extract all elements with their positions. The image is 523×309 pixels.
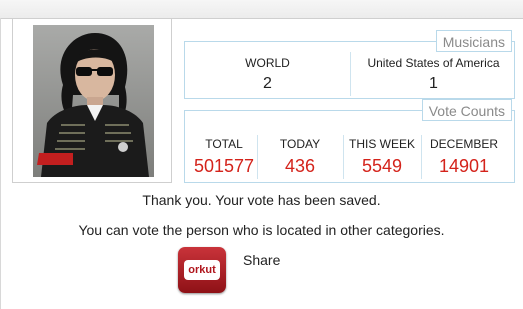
december-column: DECEMBER 14901 [421,137,507,177]
world-column: WORLD 2 [185,56,350,93]
vote-counts-panel: Vote Counts TOTAL 501577 TODAY 436 THIS … [184,99,515,183]
musicians-panel: Musicians WORLD 2 United States of Ameri… [184,30,516,99]
country-label: United States of America [367,56,500,70]
vote-counts-title: Vote Counts [421,99,512,121]
total-label: TOTAL [205,137,243,151]
musicians-title: Musicians [435,30,512,52]
today-column: TODAY 436 [257,137,343,177]
orkut-icon: orkut [184,260,220,280]
total-column: TOTAL 501577 [185,137,263,177]
total-count: 501577 [193,156,255,176]
share-label[interactable]: Share [243,252,280,268]
photo-frame [12,18,172,183]
this-week-column: THIS WEEK 5549 [343,137,421,177]
portrait-photo [33,25,154,177]
december-count: 14901 [438,156,490,176]
this-week-label: THIS WEEK [348,137,415,151]
other-categories-message: You can vote the person who is located i… [78,222,445,238]
orkut-share-button[interactable]: orkut [178,247,226,293]
vote-saved-message: Thank you. Your vote has been saved. [142,192,381,208]
this-week-count: 5549 [361,156,403,176]
frame-border [0,18,1,309]
country-column: United States of America 1 [351,56,516,93]
world-label: WORLD [245,56,290,70]
december-label: DECEMBER [429,137,498,151]
today-count: 436 [284,156,316,176]
today-label: TODAY [279,137,321,151]
world-rank: 2 [263,75,272,92]
country-rank: 1 [429,75,438,92]
top-bar [0,0,523,19]
